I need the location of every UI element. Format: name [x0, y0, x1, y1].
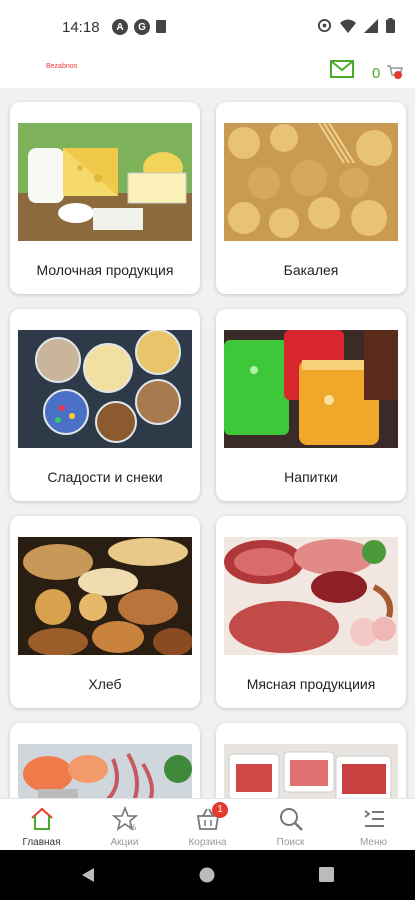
category-card-bread[interactable]: Хлеб: [10, 516, 200, 708]
category-label: Молочная продукция: [36, 262, 174, 278]
packaged-meat-image: [224, 744, 398, 798]
back-icon[interactable]: [80, 867, 96, 883]
svg-text:%: %: [129, 823, 136, 832]
cart-badge: 1: [212, 802, 228, 818]
nav-promotions[interactable]: % Акции: [83, 799, 166, 851]
home-icon: [31, 807, 53, 830]
nav-promotions-label: Акции: [110, 837, 139, 848]
recents-icon[interactable]: [319, 867, 334, 882]
category-card-dairy[interactable]: Молочная продукция: [10, 102, 200, 294]
category-label: Хлеб: [88, 676, 122, 692]
search-icon: [280, 808, 303, 831]
category-label: Напитки: [284, 469, 338, 485]
sweets-image: [18, 330, 192, 448]
signal-icon: [364, 18, 378, 33]
category-card-groceries[interactable]: Бакалея: [216, 102, 406, 294]
drinks-image: [224, 330, 398, 448]
mail-icon[interactable]: [330, 60, 354, 78]
meat-image: [224, 537, 398, 655]
category-label: Бакалея: [283, 262, 339, 278]
category-card-packaged-meat[interactable]: [216, 723, 406, 798]
nav-cart-label: Корзина: [188, 837, 227, 848]
bottom-navigation: Главная % Акции 1 Корзина Поиск Меню: [0, 798, 415, 850]
sync-icon: [317, 18, 332, 33]
fish-image: [18, 744, 192, 798]
dairy-image: [18, 123, 192, 241]
category-card-meat[interactable]: Мясная продукциия: [216, 516, 406, 708]
nav-menu-label: Меню: [359, 837, 388, 848]
brand-logo[interactable]: Bezabnos: [46, 63, 77, 70]
sd-card-icon: [156, 20, 166, 33]
cart-count: 0: [372, 65, 381, 82]
category-label: Мясная продукциия: [246, 676, 376, 692]
nav-menu[interactable]: Меню: [332, 799, 415, 851]
bread-image: [18, 537, 192, 655]
nav-home[interactable]: Главная: [0, 799, 83, 851]
category-card-sweets[interactable]: Сладости и снеки: [10, 309, 200, 501]
category-label: Сладости и снеки: [47, 469, 163, 485]
category-grid: Молочная продукция Бакалея Сладости и сн…: [0, 88, 415, 798]
cart-icon[interactable]: [386, 63, 404, 81]
battery-icon: [386, 18, 395, 33]
groceries-image: [224, 123, 398, 241]
category-card-fish[interactable]: [10, 723, 200, 798]
app-header: Bezabnos 0: [0, 56, 415, 88]
category-card-drinks[interactable]: Напитки: [216, 309, 406, 501]
status-time: 14:18: [62, 19, 100, 36]
nav-search-label: Поиск: [276, 837, 305, 848]
b-badge-icon: G: [134, 19, 150, 35]
nav-cart[interactable]: 1 Корзина: [166, 799, 249, 851]
a-badge-icon: A: [112, 19, 128, 35]
nav-search[interactable]: Поиск: [249, 799, 332, 851]
menu-icon: [364, 810, 384, 827]
nav-home-label: Главная: [22, 837, 61, 848]
home-circle-icon[interactable]: [199, 867, 215, 883]
star-icon: %: [111, 805, 139, 832]
system-navigation-bar: [0, 850, 415, 900]
wifi-icon: [340, 19, 356, 33]
status-bar: 14:18 A G: [0, 0, 415, 56]
